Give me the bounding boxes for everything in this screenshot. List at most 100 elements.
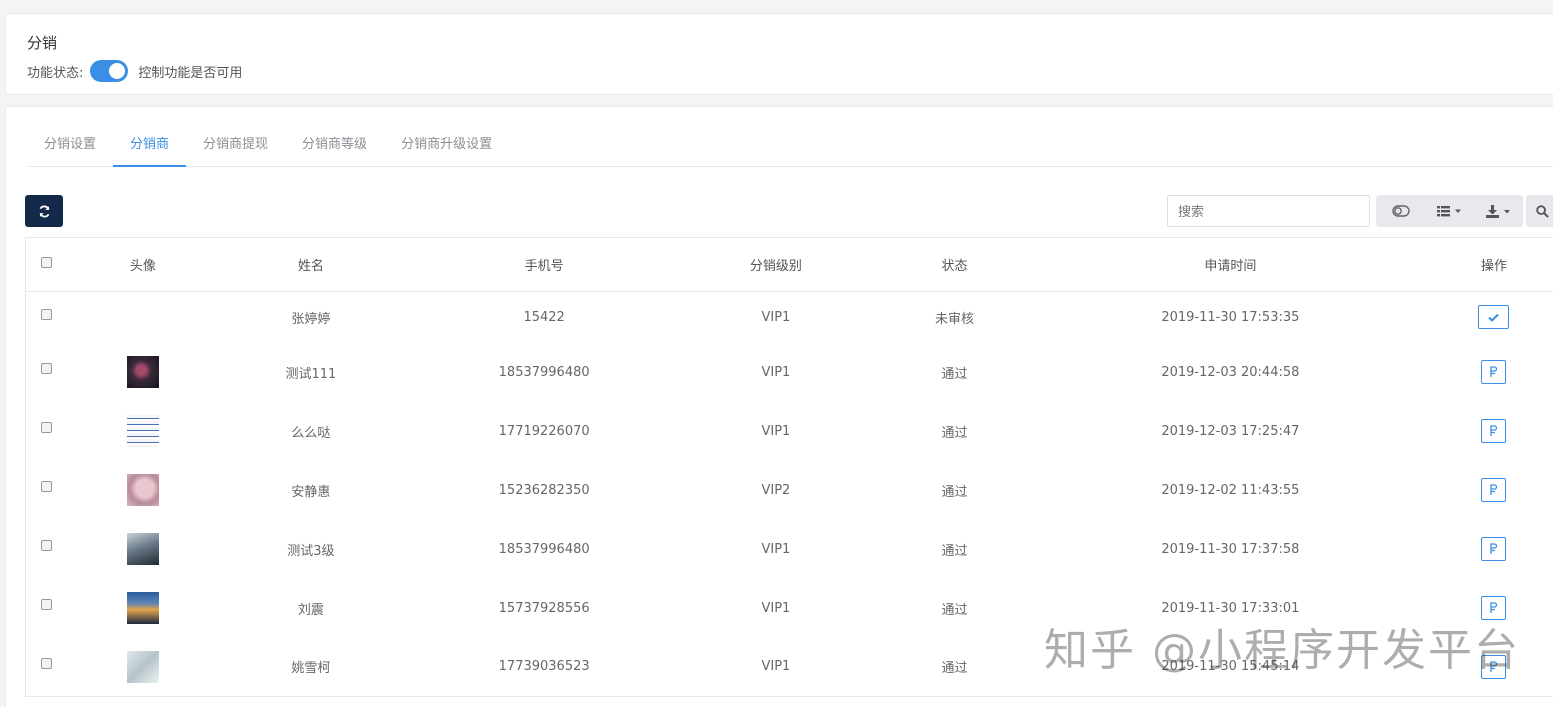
table-row[interactable]: 测试3级 18537996480 VIP1 通过 2019-11-30 17:37:58 (26, 520, 1553, 579)
apply-time-cell: 2019-12-03 20:44:58 (1161, 364, 1300, 380)
row-select-cell (26, 520, 68, 579)
phone-cell: 17719226070 (498, 423, 590, 439)
level-cell: VIP1 (761, 600, 791, 616)
phone-cell: 18537996480 (498, 364, 590, 380)
detail-button[interactable] (1481, 537, 1507, 561)
header-phone: 手机号 (524, 259, 564, 274)
status-cell: 未审核 (934, 311, 974, 327)
detail-button[interactable] (1481, 419, 1507, 443)
avatar-cell (68, 461, 218, 520)
level-cell: VIP1 (761, 364, 791, 380)
header-level: 分销级别 (749, 259, 802, 274)
avatar (126, 474, 159, 506)
row-checkbox[interactable] (41, 362, 53, 374)
avatar-cell (68, 343, 218, 402)
actions-cell (1419, 520, 1553, 579)
edit-icon (1490, 661, 1498, 672)
avatar (126, 533, 159, 565)
actions-cell (1419, 402, 1553, 461)
list-view-button[interactable] (1425, 195, 1474, 227)
table-row[interactable]: 么么哒 17719226070 VIP1 通过 2019-12-03 17:25:47 (26, 402, 1553, 461)
apply-time-cell: 2019-12-03 17:25:47 (1161, 423, 1300, 439)
table-row[interactable]: 姚雪柯 17739036523 VIP1 通过 2019-11-30 15:45:14 (26, 638, 1553, 697)
row-checkbox[interactable] (41, 309, 53, 320)
detail-button[interactable] (1481, 654, 1507, 679)
tab-3[interactable]: 分销商等级 (285, 125, 384, 167)
name-cell: 测试3级 (287, 543, 335, 559)
table-header-row: 头像 姓名 手机号 分销级别 状态 申请时间 操作 (25, 238, 1553, 292)
status-cell: 通过 (941, 543, 968, 559)
phone-cell: 17739036523 (498, 659, 590, 675)
status-hint: 控制功能是否可用 (138, 65, 243, 81)
tab-4[interactable]: 分销商升级设置 (384, 125, 509, 167)
actions-cell (1419, 292, 1553, 343)
refresh-button[interactable] (25, 195, 63, 227)
refresh-icon (39, 205, 49, 217)
status-cell: 通过 (941, 661, 968, 677)
phone-cell: 18537996480 (498, 541, 590, 557)
apply-time-cell: 2019-12-02 11:43:55 (1161, 482, 1300, 498)
avatar-cell (68, 520, 218, 579)
name-cell: 张婷婷 (291, 311, 331, 327)
row-checkbox[interactable] (41, 657, 53, 669)
avatar-cell (68, 402, 218, 461)
detail-button[interactable] (1481, 360, 1507, 384)
row-select-cell (26, 579, 68, 638)
avatar-cell (68, 579, 218, 638)
phone-cell: 15236282350 (498, 482, 590, 498)
advanced-search-button[interactable] (1526, 195, 1553, 227)
select-all-checkbox[interactable] (41, 257, 53, 268)
toggle-columns-button[interactable] (1376, 195, 1425, 227)
table-row[interactable]: 刘震 15737928556 VIP1 通过 2019-11-30 17:33:01 (26, 579, 1553, 638)
level-cell: VIP1 (761, 659, 791, 675)
avatar (126, 415, 159, 447)
table-row[interactable]: 测试111 18537996480 VIP1 通过 2019-12-03 20:44:5… (26, 343, 1553, 402)
phone-cell: 15737928556 (498, 600, 590, 616)
table-row[interactable]: 安静惠 15236282350 VIP2 通过 2019-12-02 11:43:55 (26, 461, 1553, 520)
feature-card: 分销 功能状态: 控制功能是否可用 (5, 13, 1553, 95)
status-cell: 通过 (941, 602, 968, 618)
feature-toggle[interactable] (90, 60, 129, 82)
detail-button[interactable] (1481, 596, 1507, 620)
name-cell: 安静惠 (291, 484, 331, 500)
status-cell: 通过 (941, 425, 968, 441)
row-select-cell (26, 638, 68, 697)
tab-2[interactable]: 分销商提现 (186, 125, 285, 167)
tab-bar: 分销设置 分销商 分销商提现 分销商等级 分销商升级设置 (27, 125, 1553, 167)
list-view-icon (1436, 206, 1461, 217)
toggle-columns-icon (1391, 205, 1410, 217)
row-checkbox[interactable] (41, 598, 53, 610)
level-cell: VIP1 (761, 309, 791, 325)
search-icon (1536, 204, 1549, 218)
page-title: 分销 (27, 34, 58, 52)
apply-time-cell: 2019-11-30 15:45:14 (1161, 659, 1300, 675)
row-select-cell (26, 402, 68, 461)
row-checkbox[interactable] (41, 539, 53, 551)
detail-button[interactable] (1481, 478, 1507, 502)
edit-icon (1490, 366, 1498, 377)
main-card: 分销设置分销商分销商提现分销商等级分销商升级设置 头像 (5, 106, 1553, 707)
table-row[interactable]: 张婷婷 15422 VIP1 未审核 2019-11-30 17:53:35 (26, 292, 1553, 343)
header-apply-time: 申请时间 (1204, 259, 1257, 274)
distributor-table: 头像 姓名 手机号 分销级别 状态 申请时间 操作 张婷婷 15422 VIP1 未审… (25, 237, 1553, 697)
avatar-cell (68, 292, 218, 343)
export-button[interactable] (1474, 195, 1523, 227)
avatar (126, 650, 159, 683)
row-select-cell (26, 343, 68, 402)
feature-status-row: 功能状态: 控制功能是否可用 (27, 60, 242, 82)
edit-icon (1490, 425, 1498, 436)
tab-0[interactable]: 分销设置 (27, 125, 113, 167)
tab-1[interactable]: 分销商 (113, 125, 187, 167)
level-cell: VIP2 (761, 482, 791, 498)
search-input[interactable] (1167, 195, 1370, 227)
row-select-cell (26, 292, 68, 343)
actions-cell (1419, 343, 1553, 402)
name-cell: 测试111 (285, 366, 337, 382)
toggle-knob (109, 63, 126, 79)
status-cell: 通过 (941, 484, 968, 500)
row-checkbox[interactable] (41, 480, 53, 492)
avatar-cell (68, 638, 218, 697)
avatar (126, 592, 159, 624)
row-checkbox[interactable] (41, 421, 53, 433)
approve-button[interactable] (1478, 305, 1510, 330)
